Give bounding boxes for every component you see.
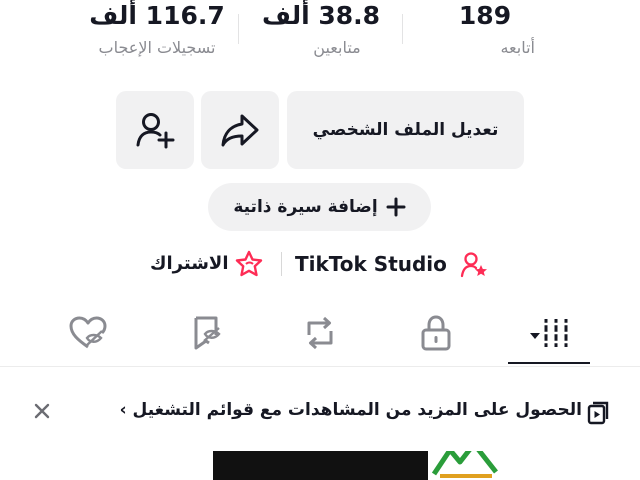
repost-icon <box>307 316 333 350</box>
stat-following[interactable]: 189 أتابعه <box>400 0 570 58</box>
tab-liked[interactable] <box>48 306 128 360</box>
profile-tabs <box>0 306 640 364</box>
heart-hidden-icon <box>69 316 107 349</box>
links-row: TikTok Studio الاشتراك <box>0 244 640 284</box>
playlist-promo-text: الحصول على المزيد من المشاهدات مع قوائم … <box>119 400 582 420</box>
following-count: 189 <box>458 1 512 30</box>
bookmark-hidden-icon <box>194 316 221 350</box>
likes-count: 116.7 ألف <box>89 1 225 30</box>
tiktok-studio-link[interactable]: TikTok Studio <box>292 244 492 284</box>
close-icon[interactable] <box>34 403 50 419</box>
stat-followers[interactable]: 38.8 ألف متابعين <box>236 0 406 58</box>
lock-icon <box>421 315 451 351</box>
link-divider <box>281 252 282 276</box>
tab-favorites[interactable] <box>166 306 246 360</box>
following-label: أتابعه <box>500 38 535 57</box>
playlist-promo-banner[interactable]: الحصول على المزيد من المشاهدات مع قوائم … <box>0 366 640 451</box>
add-user-icon <box>136 113 175 149</box>
plus-icon <box>386 197 406 217</box>
share-icon <box>221 114 259 147</box>
creator-star-icon <box>460 252 487 278</box>
share-profile-button[interactable] <box>201 91 279 169</box>
add-friend-button[interactable] <box>116 91 194 169</box>
tab-videos[interactable] <box>508 306 588 360</box>
followers-label: متابعين <box>313 38 361 57</box>
followers-count: 38.8 ألف <box>261 1 381 30</box>
active-tab-indicator <box>508 362 590 364</box>
subscription-star-icon <box>235 250 263 277</box>
subscription-link[interactable]: الاشتراك <box>148 244 270 284</box>
playlist-icon <box>587 401 609 425</box>
subscription-label: الاشتراك <box>150 253 229 274</box>
stat-likes[interactable]: 116.7 ألف تسجيلات الإعجاب <box>72 0 242 58</box>
tab-reposts[interactable] <box>280 306 360 360</box>
add-bio-button[interactable]: إضافة سيرة ذاتية <box>208 183 431 231</box>
videos-grid-icon <box>530 319 569 347</box>
edit-profile-button[interactable]: تعديل الملف الشخصي <box>287 91 524 169</box>
tab-private[interactable] <box>396 306 476 360</box>
add-bio-label: إضافة سيرة ذاتية <box>233 197 378 217</box>
tiktok-studio-label: TikTok Studio <box>295 252 447 276</box>
likes-label: تسجيلات الإعجاب <box>98 38 216 57</box>
edit-profile-label: تعديل الملف الشخصي <box>312 120 499 140</box>
